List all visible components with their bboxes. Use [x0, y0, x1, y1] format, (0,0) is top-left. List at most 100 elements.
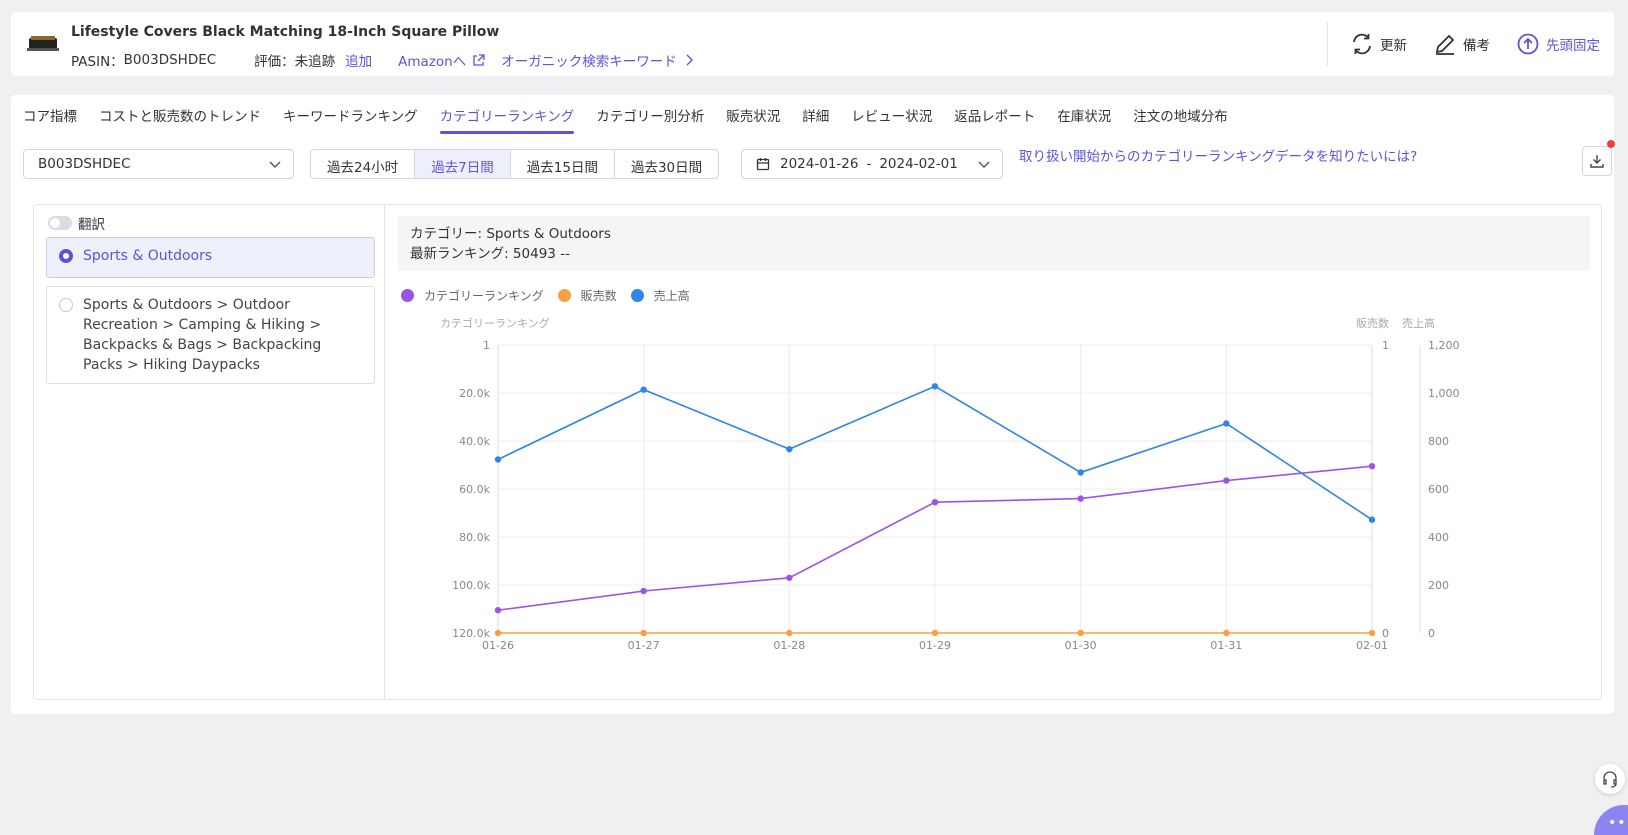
tab-bar: コア指標 コストと販売数のトレンド キーワードランキング カテゴリーランキング …: [23, 107, 1250, 134]
date-end: 2024-02-01: [879, 156, 958, 172]
tab-return-report[interactable]: 返品レポート: [954, 107, 1035, 127]
category-history-help-link[interactable]: 取り扱い開始からのカテゴリーランキングデータを知りたいには?: [1019, 147, 1417, 167]
data-point: [931, 629, 939, 637]
y-tick-label-right2: 1,000: [1428, 387, 1460, 400]
y-tick-label-left: 1: [483, 339, 490, 352]
data-point: [931, 383, 939, 390]
tab-details[interactable]: 詳細: [802, 107, 829, 127]
calendar-icon: [756, 158, 770, 171]
date-range-picker[interactable]: 2024-01-26 - 2024-02-01: [741, 149, 1003, 179]
organic-keyword-link[interactable]: オーガニック検索キーワード: [501, 50, 677, 70]
x-tick-label: 01-30: [1065, 639, 1097, 652]
y-tick-label-right2: 0: [1428, 627, 1435, 640]
range-7d[interactable]: 過去7日間: [415, 150, 511, 178]
y-tick-label-right2: 400: [1428, 531, 1449, 544]
asin-label: PASIN：: [71, 54, 124, 70]
tab-cost-sales-trend[interactable]: コストと販売数のトレンド: [99, 107, 261, 127]
data-point: [1223, 420, 1230, 427]
y-axis-title-right1: 販売数: [1356, 317, 1389, 330]
tab-sales-status[interactable]: 販売状況: [726, 107, 780, 127]
arrow-up-circle-icon: [1517, 33, 1539, 55]
y-tick-label-left: 60.0k: [459, 483, 490, 496]
external-link-icon[interactable]: [472, 53, 485, 67]
y-tick-label-right2: 1,200: [1428, 339, 1460, 352]
time-range-group: 過去24小时 過去7日間 過去15日間 過去30日間: [310, 149, 720, 179]
data-point: [1223, 629, 1230, 637]
ranking-panel: 翻訳 Sports & Outdoors Sports & Outdoors >…: [33, 204, 1602, 700]
rating-label: 評価：: [254, 54, 295, 70]
refresh-button[interactable]: 更新: [1350, 32, 1407, 56]
pencil-icon: [1435, 34, 1455, 55]
support-headset-button[interactable]: [1595, 764, 1625, 794]
data-point: [494, 456, 502, 463]
chevron-right-icon[interactable]: [685, 54, 693, 66]
category-ranking-chart: 120.0k40.0k60.0k80.0k100.0k120.0k01-26 01…: [440, 316, 1460, 652]
data-point: [931, 498, 939, 506]
data-point: [1077, 469, 1084, 476]
data-point: [1077, 629, 1084, 637]
date-separator: -: [866, 156, 872, 172]
pin-top-label: 先頭固定: [1546, 38, 1600, 54]
note-button[interactable]: 備考: [1433, 32, 1490, 56]
data-point: [786, 445, 793, 453]
data-point: [1077, 495, 1084, 502]
refresh-label: 更新: [1380, 38, 1407, 54]
header-actions: 更新 備考 先頭固定: [1327, 12, 1614, 76]
y-tick-label-right1: 0: [1382, 627, 1389, 640]
data-point: [1223, 477, 1230, 484]
data-point: [640, 629, 647, 637]
more-floating-button[interactable]: •••: [1594, 805, 1628, 835]
notification-dot: [1607, 140, 1615, 148]
y-axis-title-right2: 売上高: [1402, 316, 1435, 330]
pin-top-button[interactable]: 先頭固定: [1516, 32, 1600, 56]
data-point: [1368, 462, 1376, 470]
rating-value: 未追跡: [294, 54, 336, 70]
x-tick-label: 01-27: [628, 639, 660, 652]
refresh-icon: [1353, 33, 1371, 55]
asin-value: B003DSHDEC: [123, 52, 217, 68]
data-point: [786, 629, 793, 637]
range-15d[interactable]: 過去15日間: [511, 150, 615, 178]
y-tick-label-right2: 800: [1428, 435, 1449, 448]
download-button[interactable]: [1582, 146, 1612, 176]
tab-core-metrics[interactable]: コア指標: [23, 107, 77, 127]
tab-review-status[interactable]: レビュー状況: [851, 107, 932, 127]
product-thumbnail: [27, 36, 59, 51]
main-card: コア指標 コストと販売数のトレンド キーワードランキング カテゴリーランキング …: [11, 95, 1615, 714]
y-tick-label-left: 80.0k: [459, 531, 490, 544]
data-point: [786, 574, 793, 581]
x-tick-label: 01-31: [1210, 639, 1242, 652]
data-point: [494, 606, 502, 614]
y-tick-label-left: 20.0k: [459, 387, 490, 400]
range-24h[interactable]: 過去24小时: [311, 150, 416, 178]
tab-order-region[interactable]: 注文の地域分布: [1133, 107, 1228, 127]
y-tick-label-right1: 1: [1382, 339, 1389, 352]
add-rating-link[interactable]: 追加: [345, 50, 372, 70]
asin-select-value: B003DSHDEC: [38, 156, 131, 172]
product-header: Lifestyle Covers Black Matching 18-Inch …: [11, 12, 1614, 76]
x-tick-label: 02-01: [1356, 639, 1388, 652]
y-tick-label-left: 40.0k: [459, 435, 490, 448]
amazon-link[interactable]: Amazonへ: [398, 50, 466, 70]
divider: [1327, 22, 1328, 66]
tab-category-analysis[interactable]: カテゴリー別分析: [596, 107, 704, 127]
tab-keyword-ranking[interactable]: キーワードランキング: [283, 107, 418, 127]
product-title: Lifestyle Covers Black Matching 18-Inch …: [71, 24, 500, 40]
y-tick-label-left: 100.0k: [452, 579, 490, 592]
data-point: [640, 587, 647, 595]
tab-inventory-status[interactable]: 在庫状況: [1057, 107, 1111, 127]
headset-icon: [1603, 771, 1617, 788]
x-tick-label: 01-29: [919, 639, 951, 652]
data-point: [640, 386, 647, 393]
tab-category-ranking[interactable]: カテゴリーランキング: [439, 107, 574, 134]
range-30d[interactable]: 過去30日間: [615, 150, 718, 178]
y-axis-title-left: カテゴリーランキング: [440, 316, 550, 330]
download-icon: [1590, 155, 1604, 168]
y-tick-label-right2: 200: [1428, 579, 1449, 592]
asin-select[interactable]: B003DSHDEC: [23, 149, 294, 179]
product-meta: PASIN： B003DSHDEC 評価： 未追跡 追加 Amazonへ オーガ…: [71, 50, 693, 70]
data-point: [1368, 629, 1376, 637]
date-start: 2024-01-26: [780, 156, 859, 172]
chevron-down-icon: [269, 161, 281, 168]
note-label: 備考: [1463, 38, 1490, 54]
